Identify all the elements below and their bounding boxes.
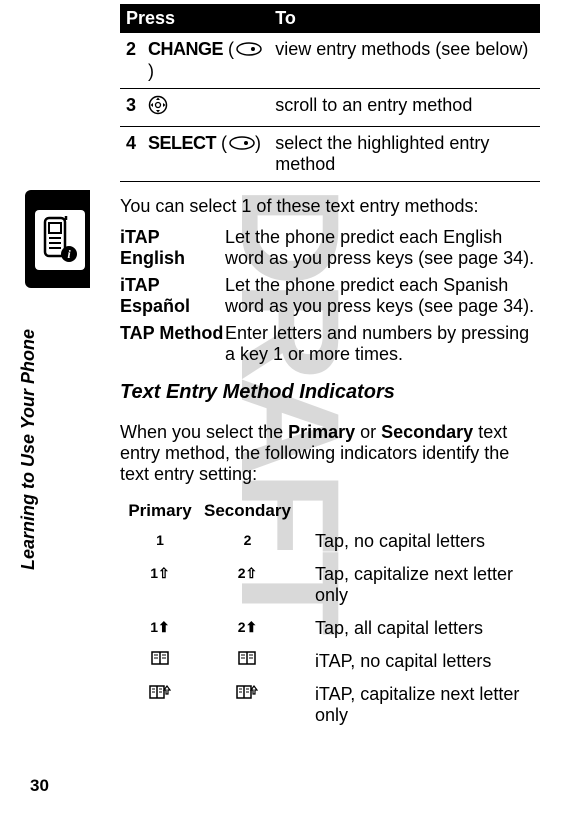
softkey-icon	[229, 134, 255, 155]
table-row: 3 scroll to an entry method	[120, 88, 540, 126]
header-to: To	[269, 4, 540, 33]
key-cell	[142, 88, 269, 126]
body-text: When you select the Primary or Secondary…	[120, 422, 540, 485]
method-desc: Let the phone predict each English word …	[225, 227, 540, 269]
primary-label: Primary	[288, 422, 355, 442]
method-desc: Let the phone predict each Spanish word …	[225, 275, 540, 317]
col-secondary: Secondary	[200, 497, 295, 525]
method-desc: Enter letters and numbers by pressing a …	[225, 323, 540, 365]
indicator-row: 1⬆ 2⬆ Tap, all capital letters	[120, 612, 540, 645]
col-primary: Primary	[120, 497, 200, 525]
key-label: SELECT	[148, 133, 216, 153]
key-label: CHANGE	[148, 39, 223, 59]
step-number: 2	[120, 33, 142, 88]
secondary-icon: 2	[200, 525, 295, 558]
method-name: TAP Method	[120, 323, 225, 365]
indicator-row: 1⇧ 2⇧ Tap, capitalize next letter only	[120, 558, 540, 612]
secondary-label: Secondary	[381, 422, 473, 442]
body-segment: When you select the	[120, 422, 288, 442]
header-press: Press	[120, 4, 269, 33]
methods-list: iTAP English Let the phone predict each …	[120, 227, 540, 365]
action-cell: scroll to an entry method	[269, 88, 540, 126]
intro-text: You can select 1 of these text entry met…	[120, 196, 540, 217]
indicator-desc: iTAP, no capital letters	[295, 645, 540, 678]
key-cell: CHANGE ()	[142, 33, 269, 88]
indicator-desc: Tap, no capital letters	[295, 525, 540, 558]
book-icon	[151, 651, 169, 665]
indicator-desc: Tap, all capital letters	[295, 612, 540, 645]
key-cell: SELECT ()	[142, 126, 269, 181]
indicator-row: iTAP, no capital letters	[120, 645, 540, 678]
paren-open: (	[228, 39, 234, 59]
method-row: TAP Method Enter letters and numbers by …	[120, 323, 540, 365]
action-cell: view entry methods (see below)	[269, 33, 540, 88]
table-row: 4 SELECT () select the highlighted entry…	[120, 126, 540, 181]
table-row: 2 CHANGE () view entry methods (see belo…	[120, 33, 540, 88]
book-shift-icon	[236, 684, 258, 700]
primary-icon	[120, 678, 200, 732]
indicator-row: 1 2 Tap, no capital letters	[120, 525, 540, 558]
indicator-desc: iTAP, capitalize next letter only	[295, 678, 540, 732]
secondary-icon: 2⇧	[200, 558, 295, 612]
page-number: 30	[30, 776, 49, 796]
paren-close: )	[255, 133, 261, 153]
indicators-table: Primary Secondary 1 2 Tap, no capital le…	[120, 497, 540, 732]
indicator-desc: Tap, capitalize next letter only	[295, 558, 540, 612]
method-name: iTAP English	[120, 227, 225, 269]
primary-icon: 1	[120, 525, 200, 558]
book-shift-icon	[149, 684, 171, 700]
secondary-icon	[200, 645, 295, 678]
page-content: Press To 2 CHANGE () view entry methods …	[0, 0, 580, 742]
primary-icon: 1⬆	[120, 612, 200, 645]
press-to-table: Press To 2 CHANGE () view entry methods …	[120, 4, 540, 182]
secondary-icon: 2⬆	[200, 612, 295, 645]
step-number: 3	[120, 88, 142, 126]
subheading: Text Entry Method Indicators	[120, 381, 540, 404]
softkey-icon	[236, 40, 262, 61]
method-row: iTAP English Let the phone predict each …	[120, 227, 540, 269]
primary-icon: 1⇧	[120, 558, 200, 612]
nav-key-icon	[148, 99, 168, 119]
action-cell: select the highlighted entry method	[269, 126, 540, 181]
step-number: 4	[120, 126, 142, 181]
indicator-row: iTAP, capitalize next letter only	[120, 678, 540, 732]
primary-icon	[120, 645, 200, 678]
paren-close: )	[148, 61, 154, 81]
body-segment: or	[355, 422, 381, 442]
paren-open: (	[221, 133, 227, 153]
method-row: iTAP Español Let the phone predict each …	[120, 275, 540, 317]
method-name: iTAP Español	[120, 275, 225, 317]
book-icon	[238, 651, 256, 665]
secondary-icon	[200, 678, 295, 732]
